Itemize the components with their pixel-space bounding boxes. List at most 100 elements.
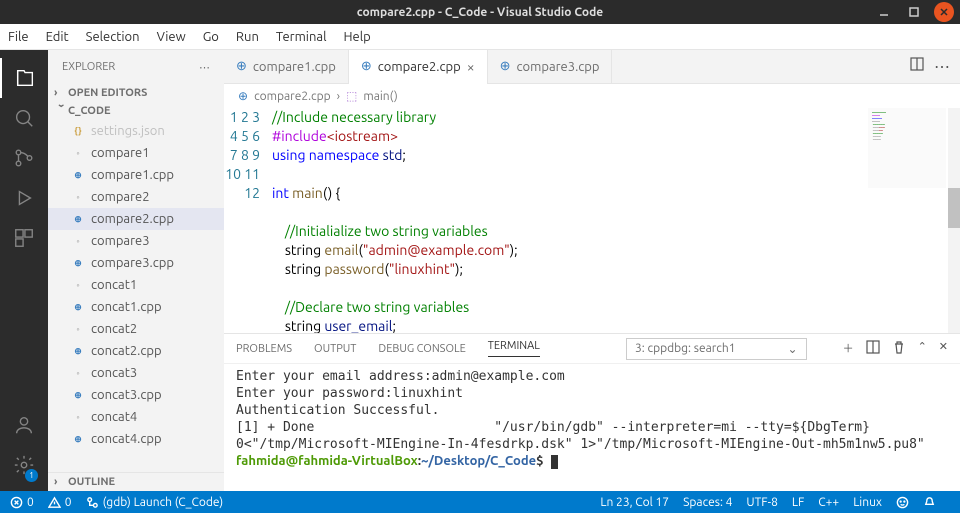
tab-label: compare3.cpp <box>517 60 600 74</box>
window-title: compare2.cpp - C_Code - Visual Studio Co… <box>357 6 603 19</box>
section-outline[interactable]: ›OUTLINE <box>48 472 224 491</box>
file-row[interactable]: ⊕concat2.cpp <box>48 340 224 362</box>
menu-bar: File Edit Selection View Go Run Terminal… <box>0 24 960 50</box>
status-os[interactable]: Linux <box>853 496 882 509</box>
kill-terminal-icon[interactable] <box>892 340 906 357</box>
status-eol[interactable]: LF <box>792 496 804 509</box>
editor-more-icon[interactable]: ⋯ <box>934 57 950 76</box>
close-tab-icon[interactable]: × <box>467 59 475 75</box>
file-row[interactable]: ⊕ concat3.cpp <box>48 384 224 406</box>
file-label: concat1 <box>91 278 137 292</box>
file-label: concat3 <box>91 366 137 380</box>
panel-tab-debug[interactable]: DEBUG CONSOLE <box>378 343 465 355</box>
panel-tab-terminal[interactable]: TERMINAL <box>488 340 540 357</box>
file-row[interactable]: ⊕compare3.cpp <box>48 252 224 274</box>
breadcrumb-symbol[interactable]: main() <box>363 90 397 103</box>
menu-edit[interactable]: Edit <box>46 30 69 44</box>
file-row[interactable]: ◦compare1 <box>48 142 224 164</box>
status-lang[interactable]: C++ <box>818 496 839 509</box>
activity-account-icon[interactable] <box>0 405 48 445</box>
line-gutter: 1 2 3 4 5 6 7 8 9 10 11 12 <box>224 108 272 333</box>
window-minimize-button[interactable] <box>874 2 894 22</box>
file-icon: ⊕ <box>70 299 86 315</box>
status-warnings[interactable]: 0 <box>48 496 72 509</box>
breadcrumb-file[interactable]: compare2.cpp <box>254 90 331 103</box>
code-editor[interactable]: 1 2 3 4 5 6 7 8 9 10 11 12 //Include nec… <box>224 108 960 333</box>
status-bar: 0 0 (gdb) Launch (C_Code) Ln 23, Col 17 … <box>0 491 960 513</box>
terminal-selector[interactable]: 3: cppdbg: search1⌄ <box>626 338 807 360</box>
file-label: compare2.cpp <box>91 212 174 226</box>
activity-debug-icon[interactable] <box>0 178 48 218</box>
status-launch[interactable]: (gdb) Launch (C_Code) <box>86 496 224 509</box>
file-label: concat2 <box>91 322 137 336</box>
section-open-editors[interactable]: ›OPEN EDITORS <box>48 84 224 102</box>
split-terminal-icon[interactable] <box>866 340 880 357</box>
minimap[interactable]: ▬▬▬▬▬▬▬▬▬▬▬▬▬▬▬▬▬▬▬▬ ▬▬▬▬▬▬ ▬▬▬▬▬▬ ▬▬▬▬▬… <box>868 108 946 188</box>
status-encoding[interactable]: UTF-8 <box>746 496 777 509</box>
close-panel-icon[interactable]: ✕ <box>939 340 948 357</box>
window-maximize-button[interactable] <box>904 2 924 22</box>
file-icon: ◦ <box>70 189 86 205</box>
activity-scm-icon[interactable] <box>0 138 48 178</box>
file-row[interactable]: {} settings.json <box>48 120 224 142</box>
file-icon: {} <box>70 123 86 139</box>
file-row[interactable]: ◦ concat2 <box>48 318 224 340</box>
window-close-button[interactable] <box>934 2 954 22</box>
file-row[interactable]: ◦compare3 <box>48 230 224 252</box>
file-icon: ⊕ <box>70 387 86 403</box>
file-row[interactable]: ◦concat1 <box>48 274 224 296</box>
new-terminal-icon[interactable]: ＋ <box>843 340 854 357</box>
menu-terminal[interactable]: Terminal <box>276 30 327 44</box>
editor-tab[interactable]: ⊕compare2.cpp× <box>349 50 488 84</box>
menu-help[interactable]: Help <box>343 30 370 44</box>
maximize-panel-icon[interactable]: ⌃ <box>918 340 927 357</box>
code-content[interactable]: //Include necessary library #include<ios… <box>272 108 960 333</box>
menu-file[interactable]: File <box>8 30 29 44</box>
file-label: settings.json <box>91 124 165 138</box>
cpp-file-icon: ⊕ <box>236 59 247 74</box>
panel-tab-problems[interactable]: PROBLEMS <box>236 343 292 355</box>
file-icon: ◦ <box>70 233 86 249</box>
terminal-output[interactable]: Enter your email address:admin@example.c… <box>224 364 960 491</box>
sidebar-title: EXPLORER <box>62 61 115 73</box>
file-icon: ⊕ <box>70 431 86 447</box>
status-bell-icon[interactable] <box>923 496 936 509</box>
file-icon: ◦ <box>70 365 86 381</box>
file-row[interactable]: ⊕concat4.cpp <box>48 428 224 450</box>
file-row[interactable]: ◦concat4 <box>48 406 224 428</box>
file-row[interactable]: ⊕concat1.cpp <box>48 296 224 318</box>
file-label: concat3.cpp <box>91 388 162 402</box>
window-titlebar: compare2.cpp - C_Code - Visual Studio Co… <box>0 0 960 24</box>
menu-go[interactable]: Go <box>203 30 219 44</box>
file-row[interactable]: ⊕compare1.cpp <box>48 164 224 186</box>
split-editor-icon[interactable] <box>910 57 924 76</box>
menu-selection[interactable]: Selection <box>86 30 140 44</box>
activity-extensions-icon[interactable] <box>0 218 48 258</box>
menu-run[interactable]: Run <box>236 30 259 44</box>
file-icon: ◦ <box>70 321 86 337</box>
breadcrumb[interactable]: ⊕ compare2.cpp › ⬚ main() <box>224 84 960 108</box>
activity-search-icon[interactable] <box>0 98 48 138</box>
activity-settings-icon[interactable]: 1 <box>0 445 48 485</box>
file-row[interactable]: ◦ concat3 <box>48 362 224 384</box>
status-ln-col[interactable]: Ln 23, Col 17 <box>600 496 669 509</box>
chevron-down-icon: ⌄ <box>788 342 798 356</box>
status-feedback-icon[interactable] <box>896 496 909 509</box>
file-label: compare2 <box>91 190 150 204</box>
section-project[interactable]: ›C_CODE <box>48 102 224 120</box>
file-icon: ⊕ <box>70 167 86 183</box>
sidebar-more-icon[interactable]: ⋯ <box>199 61 210 74</box>
file-row[interactable]: ⊕compare2.cpp <box>48 208 224 230</box>
editor-tab[interactable]: ⊕ compare3.cpp <box>488 50 613 84</box>
editor-scrollbar[interactable] <box>948 108 960 333</box>
menu-view[interactable]: View <box>157 30 186 44</box>
symbol-icon: ⬚ <box>346 89 357 103</box>
file-row[interactable]: ◦ compare2 <box>48 186 224 208</box>
panel-tab-output[interactable]: OUTPUT <box>314 343 356 355</box>
editor-tabbar: ⊕compare1.cpp⊕compare2.cpp× ⊕ compare3.cpp… <box>224 50 960 84</box>
editor-tab[interactable]: ⊕compare1.cpp <box>224 50 349 84</box>
status-errors[interactable]: 0 <box>10 496 34 509</box>
status-spaces[interactable]: Spaces: 4 <box>683 496 732 509</box>
cpp-file-icon: ⊕ <box>500 59 511 74</box>
activity-explorer-icon[interactable] <box>0 58 48 98</box>
